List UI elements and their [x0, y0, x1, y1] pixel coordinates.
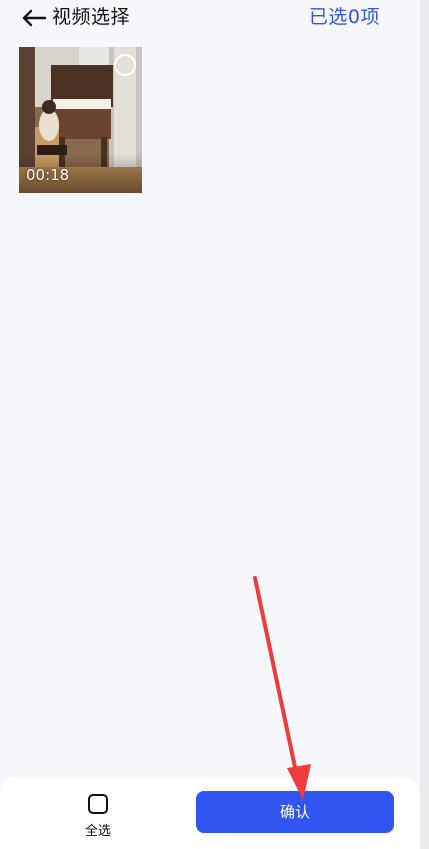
selected-count: 已选0项 — [308, 6, 380, 28]
page-title: 视频选择 — [52, 6, 131, 28]
video-duration: 00:18 — [26, 166, 70, 184]
checkbox-icon[interactable] — [88, 794, 108, 814]
video-thumbnail[interactable]: 00:18 — [19, 47, 142, 193]
edge-strip — [420, 0, 429, 849]
back-button[interactable] — [20, 6, 48, 30]
confirm-button[interactable]: 确认 — [196, 791, 394, 833]
arrow-left-icon — [22, 9, 47, 27]
select-all-label: 全选 — [84, 824, 111, 839]
bottom-action-bar: 全选 确认 — [0, 778, 420, 849]
header-bar: 视频选择 已选0项 — [0, 0, 420, 38]
select-all-button[interactable]: 全选 — [72, 794, 124, 842]
circle-checkbox-icon[interactable] — [114, 54, 136, 76]
video-select-page: 视频选择 已选0项 00:18 全选 确认 — [0, 0, 429, 849]
